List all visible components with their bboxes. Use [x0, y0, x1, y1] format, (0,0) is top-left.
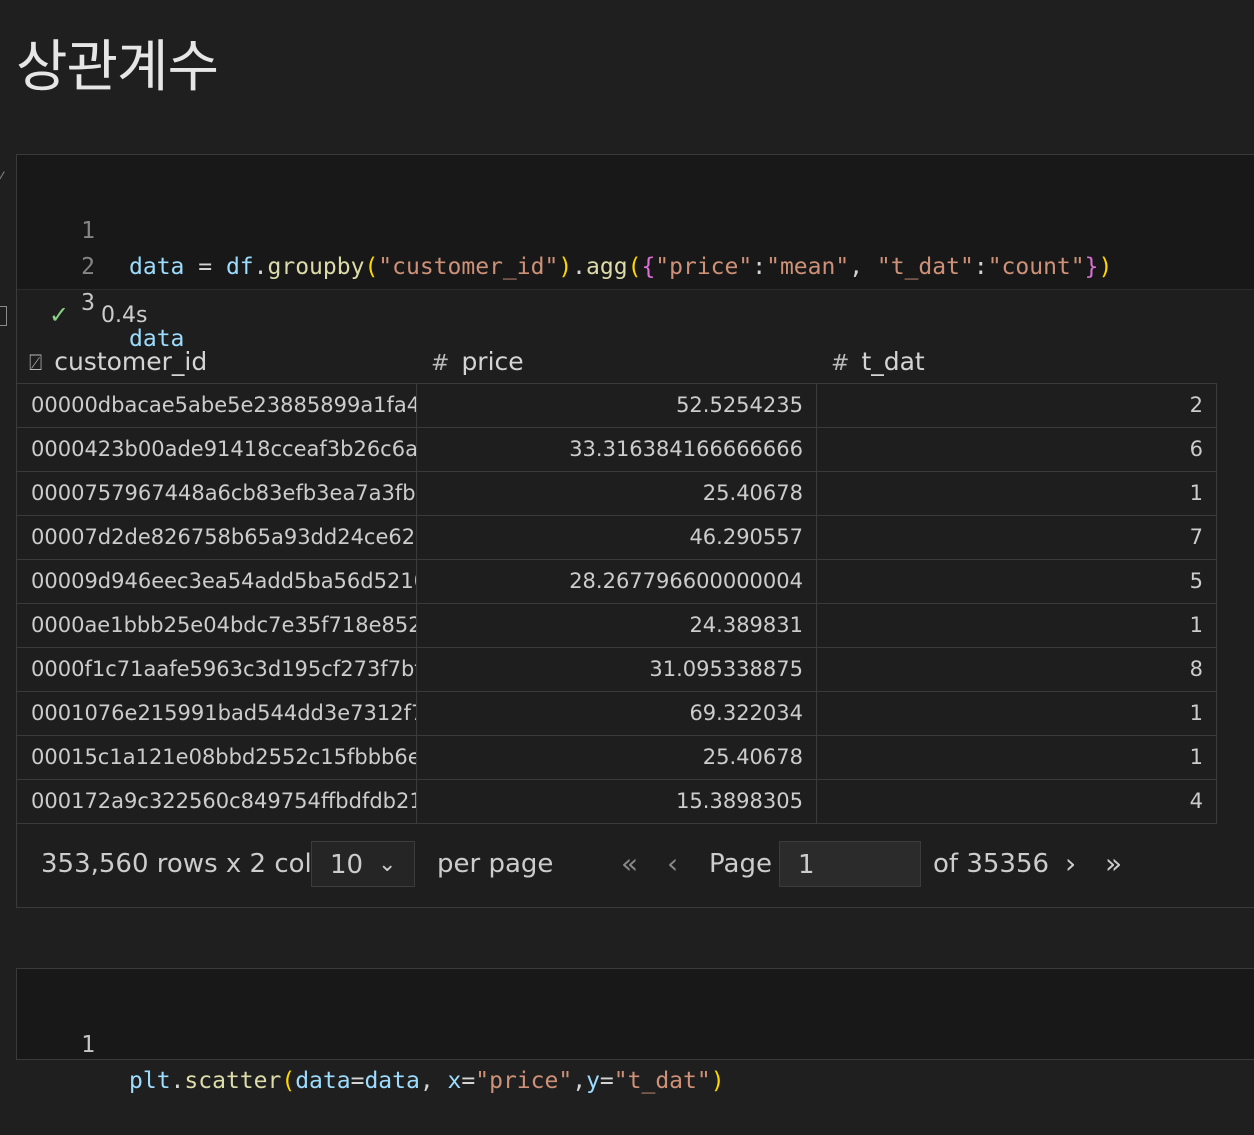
code-line-1[interactable]: 1 plt.scatter(data=data, x="price",y="t_… — [17, 991, 724, 1094]
cell-t-dat: 1 — [817, 472, 1217, 515]
cell-price: 15.3898305 — [417, 780, 817, 823]
code-text: plt.scatter(data=data, x="price",y="t_da… — [129, 1068, 725, 1094]
cell-price: 52.5254235 — [417, 384, 817, 427]
per-page-label: per page — [437, 849, 554, 879]
checkmark-icon: ✓ — [49, 301, 70, 329]
chevron-down-icon: ⌄ — [378, 852, 397, 877]
cell-price: 28.267796600000004 — [417, 560, 817, 603]
execution-time: 0.4s — [101, 303, 148, 328]
cell-price: 31.095338875 — [417, 648, 817, 691]
cell-customer-id: 00015c1a121e08bbd2552c15fbbb6e — [17, 736, 417, 779]
code-text: data = df.groupby("customer_id").agg({"p… — [129, 254, 1113, 280]
cell-t-dat: 1 — [817, 692, 1217, 735]
last-page-icon[interactable]: » — [1105, 841, 1122, 887]
cell-price: 24.389831 — [417, 604, 817, 647]
table-row[interactable]: 0000423b00ade91418cceaf3b26c6af 33.316384… — [17, 428, 1217, 472]
table-row[interactable]: 00007d2de826758b65a93dd24ce629 46.290557 7 — [17, 516, 1217, 560]
data-table: ⍁ customer_id # price # t_dat 00000dbacae5a… — [17, 337, 1217, 824]
table-row[interactable]: 000172a9c322560c849754ffbdfdb21 15.389830… — [17, 780, 1217, 824]
cell-t-dat: 8 — [817, 648, 1217, 691]
table-row[interactable]: 00015c1a121e08bbd2552c15fbbb6e 25.40678 1 — [17, 736, 1217, 780]
cell-price: 69.322034 — [417, 692, 817, 735]
cell-customer-id: 0000757967448a6cb83efb3ea7a3fb9 — [17, 472, 417, 515]
table-row[interactable]: 00009d946eec3ea54add5ba56d5210 28.2677966… — [17, 560, 1217, 604]
cell-t-dat: 7 — [817, 516, 1217, 559]
first-page-icon[interactable]: « — [621, 841, 638, 887]
previous-page-icon[interactable]: ‹ — [667, 841, 678, 887]
code-line-3[interactable]: 3 data — [17, 249, 184, 352]
page-total: of 35356 — [933, 849, 1050, 879]
code-editor[interactable]: 1 data = df.groupby("customer_id").agg({… — [17, 155, 1254, 352]
cell-customer-id: 0000f1c71aafe5963c3d195cf273f7bf — [17, 648, 417, 691]
per-page-select[interactable]: 10 ⌄ — [311, 841, 415, 887]
page-number-input[interactable]: 1 — [779, 841, 921, 887]
cell-customer-id: 0001076e215991bad544dd3e7312f7 — [17, 692, 417, 735]
cell-price: 46.290557 — [417, 516, 817, 559]
cell-collapse-marker[interactable]: ⁄ — [0, 170, 8, 186]
table-row[interactable]: 0001076e215991bad544dd3e7312f7 69.322034 1 — [17, 692, 1217, 736]
next-page-icon[interactable]: › — [1065, 841, 1076, 887]
cell-price: 25.40678 — [417, 736, 817, 779]
cell-focus-bar[interactable] — [0, 306, 7, 326]
notebook-cell-scatter[interactable]: 1 plt.scatter(data=data, x="price",y="t_… — [16, 968, 1254, 1094]
table-pagination: 353,560 rows x 2 cols 10 ⌄ per page « ‹ … — [17, 841, 1217, 891]
table-row[interactable]: 0000757967448a6cb83efb3ea7a3fb9 25.40678 1 — [17, 472, 1217, 516]
per-page-value: 10 — [330, 850, 364, 880]
cell-customer-id: 0000ae1bbb25e04bdc7e35f718e852 — [17, 604, 417, 647]
cell-customer-id: 0000423b00ade91418cceaf3b26c6af — [17, 428, 417, 471]
code-line-2[interactable]: 2 — [17, 213, 100, 280]
cell-t-dat: 1 — [817, 604, 1217, 647]
column-header-t-dat[interactable]: # t_dat — [831, 345, 925, 379]
cell-customer-id: 000172a9c322560c849754ffbdfdb21 — [17, 780, 417, 823]
table-header: ⍁ customer_id # price # t_dat — [17, 337, 1217, 383]
page-label: Page — [709, 849, 772, 879]
cell-customer-id: 00000dbacae5abe5e23885899a1fa44 — [17, 384, 417, 427]
section-heading: 상관계수 — [16, 35, 219, 100]
cell-t-dat: 1 — [817, 736, 1217, 779]
table-row[interactable]: 0000f1c71aafe5963c3d195cf273f7bf 31.09533… — [17, 648, 1217, 692]
cell-t-dat: 5 — [817, 560, 1217, 603]
code-line-1[interactable]: 1 data = df.groupby("customer_id").agg({… — [17, 177, 1112, 280]
cell-t-dat: 4 — [817, 780, 1217, 823]
table-row[interactable]: 0000ae1bbb25e04bdc7e35f718e852 24.389831 1 — [17, 604, 1217, 648]
cell-customer-id: 00009d946eec3ea54add5ba56d5210 — [17, 560, 417, 603]
text-column-icon: ⍁ — [29, 351, 43, 376]
cell-price: 33.316384166666666 — [417, 428, 817, 471]
line-number: 3 — [81, 290, 95, 316]
cell-t-dat: 2 — [817, 384, 1217, 427]
column-header-customer-id[interactable]: ⍁ customer_id — [29, 345, 207, 379]
line-number: 1 — [81, 1032, 95, 1058]
notebook-cell-groupby[interactable]: 1 data = df.groupby("customer_id").agg({… — [16, 154, 1254, 908]
code-editor[interactable]: 1 plt.scatter(data=data, x="price",y="t_… — [17, 969, 1254, 1094]
cell-price: 25.40678 — [417, 472, 817, 515]
table-row[interactable]: 00000dbacae5abe5e23885899a1fa44 52.525423… — [17, 384, 1217, 428]
number-column-icon: # — [431, 351, 450, 376]
number-column-icon: # — [831, 351, 850, 376]
cell-t-dat: 6 — [817, 428, 1217, 471]
cell-customer-id: 00007d2de826758b65a93dd24ce629 — [17, 516, 417, 559]
table-body: 00000dbacae5abe5e23885899a1fa44 52.525423… — [17, 383, 1217, 824]
column-header-price[interactable]: # price — [431, 345, 524, 379]
row-count: 353,560 rows x 2 cols — [41, 849, 326, 879]
